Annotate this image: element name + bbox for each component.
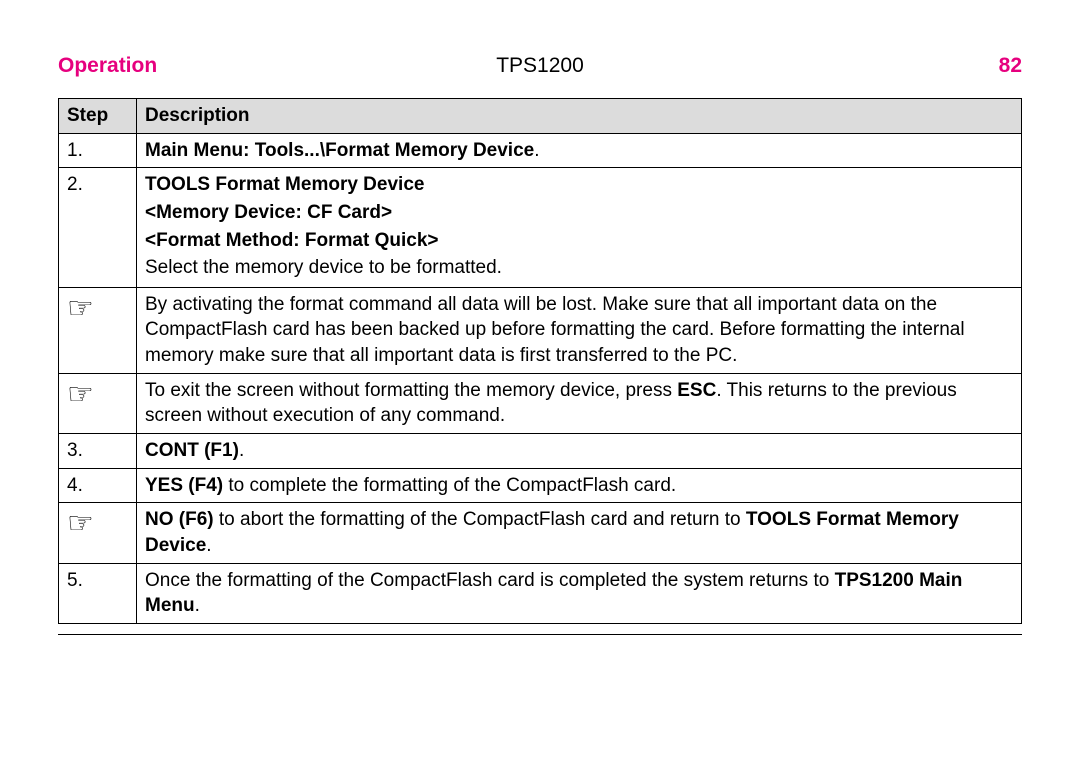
table-row: ☞ NO (F6) to abort the formatting of the…: [59, 503, 1022, 563]
table-row: ☞ By activating the format command all d…: [59, 287, 1022, 373]
step-number: 4.: [59, 468, 137, 503]
instruction-text: to abort the formatting of the CompactFl…: [214, 509, 746, 530]
pointing-hand-icon: ☞: [59, 373, 137, 433]
step-description: Main Menu: Tools...\Format Memory Device…: [137, 133, 1022, 168]
key-esc: ESC: [677, 380, 716, 401]
note-text: To exit the screen without formatting th…: [145, 380, 677, 401]
step-number: 1.: [59, 133, 137, 168]
step-description: CONT (F1).: [137, 434, 1022, 469]
field-format-method: <Format Method: Format Quick>: [145, 228, 1013, 254]
header-product: TPS1200: [496, 54, 584, 78]
table-row: 4. YES (F4) to complete the formatting o…: [59, 468, 1022, 503]
instruction-text: Select the memory device to be formatted…: [145, 255, 1013, 281]
step-number: 3.: [59, 434, 137, 469]
step-number: 2.: [59, 168, 137, 288]
table-row: ☞ To exit the screen without formatting …: [59, 373, 1022, 433]
col-step-header: Step: [59, 99, 137, 134]
step-description: To exit the screen without formatting th…: [137, 373, 1022, 433]
table-header-row: Step Description: [59, 99, 1022, 134]
header-section-title: Operation: [58, 54, 157, 78]
section-divider: [58, 634, 1022, 635]
key-cont-f1: CONT (F1): [145, 440, 239, 461]
document-page: Operation TPS1200 82 Step Description 1.…: [0, 0, 1080, 766]
step-description: Once the formatting of the CompactFlash …: [137, 563, 1022, 623]
pointing-hand-icon: ☞: [59, 503, 137, 563]
table-row: 5. Once the formatting of the CompactFla…: [59, 563, 1022, 623]
key-yes-f4: YES (F4): [145, 475, 223, 496]
instruction-text: Once the formatting of the CompactFlash …: [145, 570, 835, 591]
page-header: Operation TPS1200 82: [58, 54, 1022, 78]
step-description: NO (F6) to abort the formatting of the C…: [137, 503, 1022, 563]
step-number: 5.: [59, 563, 137, 623]
step-description: TOOLS Format Memory Device <Memory Devic…: [137, 168, 1022, 288]
steps-table: Step Description 1. Main Menu: Tools...\…: [58, 98, 1022, 624]
menu-path: Main Menu: Tools...\Format Memory Device: [145, 140, 534, 161]
screen-title: TOOLS Format Memory Device: [145, 172, 1013, 198]
step-description: YES (F4) to complete the formatting of t…: [137, 468, 1022, 503]
table-row: 2. TOOLS Format Memory Device <Memory De…: [59, 168, 1022, 288]
key-no-f6: NO (F6): [145, 509, 214, 530]
col-desc-header: Description: [137, 99, 1022, 134]
pointing-hand-icon: ☞: [59, 287, 137, 373]
field-memory-device: <Memory Device: CF Card>: [145, 200, 1013, 226]
table-row: 3. CONT (F1).: [59, 434, 1022, 469]
step-description: By activating the format command all dat…: [137, 287, 1022, 373]
table-row: 1. Main Menu: Tools...\Format Memory Dev…: [59, 133, 1022, 168]
warning-text: By activating the format command all dat…: [145, 294, 965, 366]
instruction-text: to complete the formatting of the Compac…: [223, 475, 676, 496]
header-page-number: 82: [999, 54, 1022, 78]
